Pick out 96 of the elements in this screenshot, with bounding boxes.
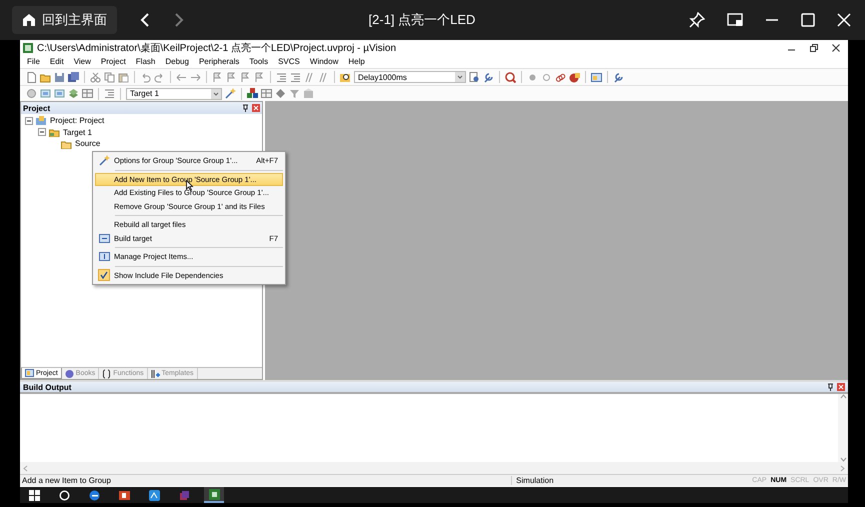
- menu-item[interactable]: Tools: [244, 57, 274, 66]
- collapse-icon[interactable]: [25, 116, 33, 125]
- cut-icon[interactable]: [90, 72, 101, 82]
- scroll-left-icon[interactable]: [23, 464, 28, 472]
- window-title: C:\Users\Administrator\桌面\KeilProject\2-1 点亮一个LED\Project.uvproj - µVision: [37, 42, 398, 54]
- stop-icon[interactable]: [569, 72, 580, 82]
- search-combo-field[interactable]: Delay1000ms: [354, 71, 466, 83]
- tree-item[interactable]: Source: [75, 139, 100, 148]
- target-combo-field[interactable]: Target 1: [126, 88, 222, 100]
- right-arrow-icon[interactable]: [190, 72, 201, 82]
- table-icon[interactable]: [261, 88, 272, 99]
- folder-icon: [49, 127, 60, 138]
- rebuild-icon: [98, 232, 110, 244]
- find-in-files-icon[interactable]: [340, 72, 351, 82]
- window-icon[interactable]: [591, 72, 602, 82]
- windows-logo-icon[interactable]: [28, 490, 40, 500]
- new-file-icon[interactable]: [26, 72, 37, 82]
- wrench-icon[interactable]: [483, 72, 494, 82]
- save-all-icon[interactable]: [68, 72, 79, 82]
- save-icon[interactable]: [54, 72, 65, 82]
- flag-icon[interactable]: [212, 72, 223, 82]
- magnifier-icon[interactable]: [505, 72, 516, 82]
- app-icon[interactable]: [148, 490, 160, 500]
- undo-icon[interactable]: [140, 72, 151, 82]
- maximize-icon[interactable]: [801, 13, 815, 27]
- copy-icon[interactable]: [104, 72, 115, 82]
- menu-item[interactable]: Project: [96, 57, 131, 66]
- wand-icon[interactable]: [225, 88, 236, 99]
- stack-icon[interactable]: [178, 490, 190, 500]
- flag-icon[interactable]: [226, 72, 237, 82]
- indent-icon[interactable]: [104, 88, 115, 99]
- paste-icon[interactable]: [118, 72, 129, 82]
- menu-item[interactable]: SVCS: [273, 57, 305, 66]
- menu-item[interactable]: Edit: [44, 57, 69, 66]
- books-icon: [64, 368, 74, 378]
- redo-icon[interactable]: [154, 72, 165, 82]
- browser-icon[interactable]: [88, 490, 100, 500]
- chain-icon[interactable]: [555, 72, 566, 82]
- chip-icon[interactable]: [40, 88, 51, 99]
- filled-dot-icon[interactable]: [527, 72, 538, 82]
- close-icon[interactable]: [832, 44, 840, 52]
- status-message: Add a new Item to Group: [21, 476, 112, 485]
- back-icon[interactable]: [139, 13, 151, 27]
- scroll-right-icon[interactable]: [840, 464, 845, 472]
- circle-icon[interactable]: [58, 490, 70, 500]
- folder-icon: [61, 138, 72, 149]
- funnel-icon[interactable]: [289, 88, 300, 99]
- picture-in-picture-icon[interactable]: [727, 13, 743, 27]
- panel-title: Project: [23, 104, 50, 112]
- menu-item[interactable]: Help: [343, 57, 370, 66]
- menu-item[interactable]: Peripherals: [194, 57, 244, 66]
- wand-icon: [98, 155, 110, 166]
- collapse-icon[interactable]: [38, 128, 46, 136]
- chip-icon[interactable]: [54, 88, 65, 99]
- left-arrow-icon[interactable]: [176, 72, 187, 82]
- menu-item[interactable]: File: [22, 57, 45, 66]
- open-folder-icon[interactable]: [40, 72, 51, 82]
- tree-item[interactable]: Target 1: [63, 128, 92, 137]
- scroll-up-icon[interactable]: [840, 394, 846, 399]
- forward-icon[interactable]: [173, 13, 185, 27]
- home-icon: [22, 13, 36, 27]
- home-button[interactable]: 回到主界面: [12, 6, 117, 34]
- pin-icon[interactable]: [827, 383, 834, 391]
- menu-item[interactable]: View: [68, 57, 96, 66]
- colored-blocks-icon[interactable]: [247, 88, 258, 99]
- scroll-down-icon[interactable]: [840, 457, 846, 462]
- flag-icon[interactable]: [254, 72, 265, 82]
- panel-title: Build Output: [23, 382, 72, 392]
- hollow-dot-icon[interactable]: [541, 72, 552, 82]
- app-icon: [23, 42, 33, 52]
- comment-icon[interactable]: [318, 72, 329, 82]
- indent-icon[interactable]: [290, 72, 301, 82]
- tree-item[interactable]: Project: Project: [50, 116, 104, 126]
- pin-icon[interactable]: [242, 104, 249, 112]
- restore-icon[interactable]: [810, 44, 818, 52]
- wrench-icon[interactable]: [613, 72, 624, 82]
- build-icon: [98, 251, 110, 262]
- indent-icon[interactable]: [276, 72, 287, 82]
- menu-item[interactable]: Debug: [160, 57, 194, 66]
- template-icon: [150, 368, 160, 378]
- slides-icon[interactable]: [118, 490, 130, 500]
- status-mode: Simulation: [511, 476, 750, 485]
- menu-item[interactable]: Flash: [130, 57, 160, 66]
- braces-icon: [102, 368, 112, 378]
- window-icon: [25, 368, 34, 378]
- flag-icon[interactable]: [240, 72, 251, 82]
- video-title: [2-1] 点亮一个LED: [368, 11, 476, 29]
- stack-icon[interactable]: [68, 88, 79, 99]
- menu-item[interactable]: Window: [304, 57, 344, 66]
- package-icon[interactable]: [303, 88, 314, 99]
- diamond-icon[interactable]: [275, 88, 286, 99]
- project-icon: [36, 116, 47, 126]
- table-icon[interactable]: [82, 88, 93, 99]
- document-search-icon[interactable]: [469, 72, 480, 82]
- app-icon[interactable]: [208, 488, 220, 500]
- comment-icon[interactable]: [304, 72, 315, 82]
